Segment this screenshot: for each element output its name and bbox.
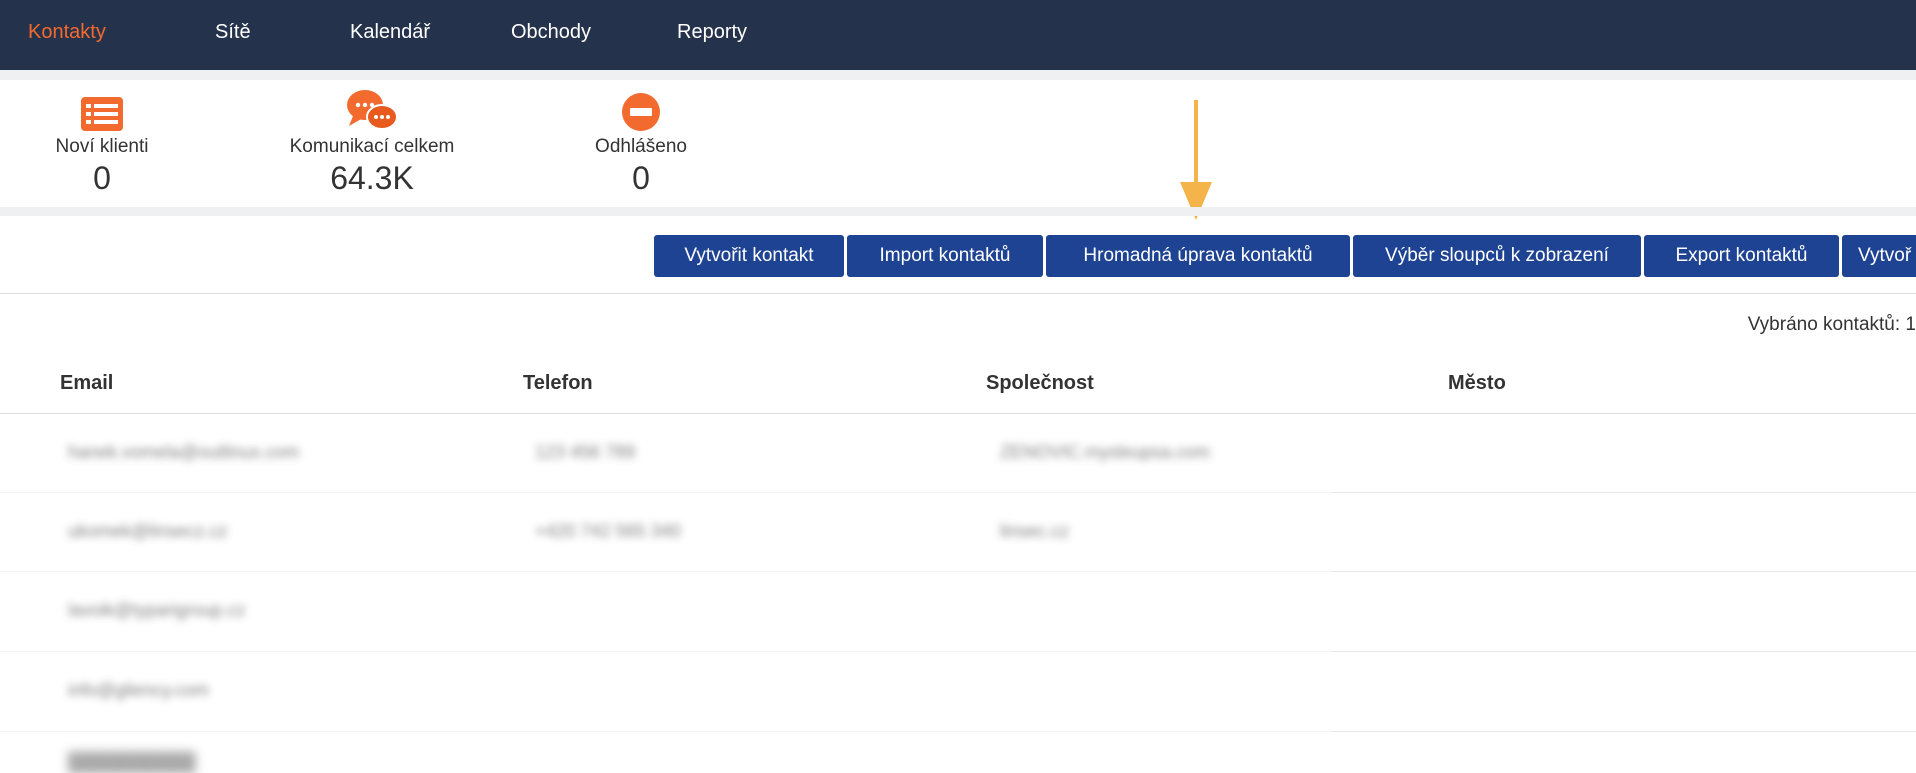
select-columns-button[interactable]: Výběr sloupců k zobrazení bbox=[1353, 235, 1641, 277]
nav-item-reporty[interactable]: Reporty bbox=[677, 0, 747, 64]
nav-item-kalendar[interactable]: Kalendář bbox=[350, 0, 430, 64]
stat-value: 0 bbox=[632, 160, 650, 196]
row-divider bbox=[0, 492, 1332, 493]
cell-company: ZENOVIC.mysleupsa.com bbox=[1000, 442, 1211, 462]
row-divider bbox=[0, 651, 1332, 652]
chat-bubbles-icon bbox=[262, 88, 482, 132]
nav-item-obchody[interactable]: Obchody bbox=[511, 0, 591, 64]
bulk-edit-contacts-button[interactable]: Hromadná úprava kontaktů bbox=[1046, 235, 1350, 277]
row-divider bbox=[1332, 492, 1916, 493]
create-contact-button[interactable]: Vytvořit kontakt bbox=[654, 235, 844, 277]
row-divider bbox=[1332, 651, 1916, 652]
top-navigation: Kontakty Sítě Kalendář Obchody Reporty bbox=[0, 0, 1916, 70]
nav-item-kontakty[interactable]: Kontakty bbox=[28, 0, 106, 64]
stat-unsubscribed[interactable]: Odhlášeno 0 bbox=[531, 88, 751, 197]
stat-label: Odhlášeno bbox=[595, 136, 687, 157]
export-contacts-button[interactable]: Export kontaktů bbox=[1644, 235, 1839, 277]
row-divider bbox=[0, 571, 1332, 572]
column-header-mesto[interactable]: Město bbox=[1448, 372, 1506, 395]
minus-circle-icon bbox=[531, 88, 751, 132]
column-header-telefon[interactable]: Telefon bbox=[523, 372, 593, 395]
cell-company: linsec.cz bbox=[1000, 521, 1070, 541]
list-icon bbox=[0, 88, 212, 132]
nav-item-site[interactable]: Sítě bbox=[215, 0, 251, 64]
cell-email-partial: ██████████ bbox=[68, 752, 196, 772]
column-header-spolecnost[interactable]: Společnost bbox=[986, 372, 1094, 395]
toolbar-divider bbox=[0, 293, 1916, 294]
cell-email: lavoik@typarigroup.cz bbox=[68, 600, 246, 620]
section-separator bbox=[0, 207, 1916, 216]
create-button-truncated[interactable]: Vytvoř bbox=[1842, 235, 1916, 277]
stat-value: 0 bbox=[93, 160, 111, 196]
row-divider bbox=[0, 731, 1332, 732]
column-header-email[interactable]: Email bbox=[60, 372, 113, 395]
stat-total-communications[interactable]: Komunikací celkem 64.3K bbox=[262, 88, 482, 197]
cell-phone: 123 456 789 bbox=[535, 442, 636, 462]
row-divider bbox=[1332, 731, 1916, 732]
table-header-divider bbox=[0, 413, 1916, 414]
nav-separator bbox=[0, 70, 1916, 80]
down-arrow-icon bbox=[1180, 100, 1212, 220]
stat-label: Komunikací celkem bbox=[289, 136, 455, 157]
selected-contacts-count: Vybráno kontaktů: 1 bbox=[1747, 314, 1916, 335]
cell-phone: +420 742 565 340 bbox=[535, 521, 681, 541]
stat-value: 64.3K bbox=[330, 160, 414, 196]
row-divider bbox=[1332, 571, 1916, 572]
import-contacts-button[interactable]: Import kontaktů bbox=[847, 235, 1043, 277]
cell-email: hanek.vomela@outlinux.com bbox=[68, 442, 300, 462]
cell-email: info@gliency.com bbox=[68, 680, 209, 700]
cell-email: ukomek@linsecz.cz bbox=[68, 521, 228, 541]
stat-new-clients[interactable]: Noví klienti 0 bbox=[0, 88, 212, 197]
stat-label: Noví klienti bbox=[55, 136, 149, 157]
